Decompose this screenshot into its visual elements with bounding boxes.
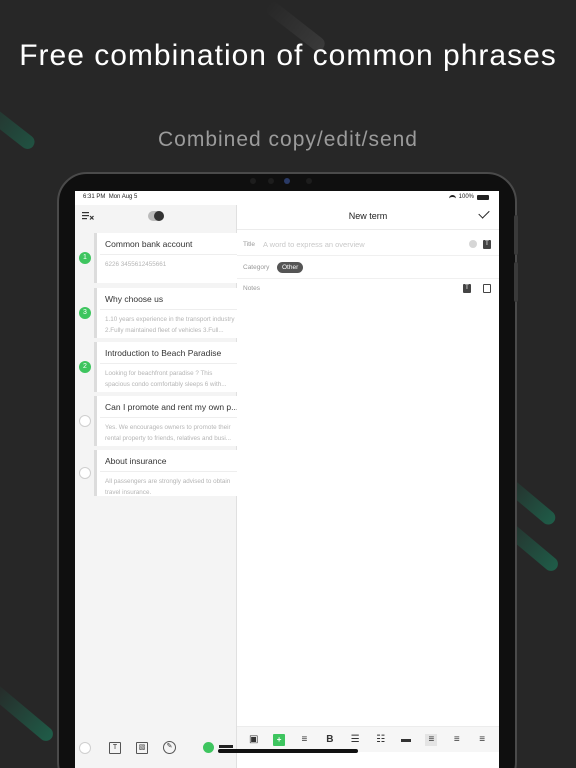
status-right: 100% [448, 194, 489, 200]
notes-format-icon[interactable]: T [463, 284, 471, 293]
selection-circle[interactable] [79, 467, 91, 479]
list-item[interactable]: About insurance All passengers are stron… [75, 450, 240, 500]
phrase-title: Can I promote and rent my own p... [105, 402, 239, 412]
align-middle-icon[interactable]: ≡ [451, 734, 463, 746]
list-item[interactable]: 2 Introduction to Beach Paradise Looking… [75, 342, 240, 392]
title-input[interactable]: A word to express an overview [263, 240, 365, 249]
app-screen: 6:31 PM Mon Aug 5 100% 1 Common bank acc… [75, 191, 499, 768]
phrase-card[interactable]: Why choose us 1.10 years experience in t… [94, 288, 240, 338]
phrase-list-pane: 1 Common bank account 6226 3455612455661… [75, 205, 240, 768]
phrase-card[interactable]: Can I promote and rent my own p... Yes. … [94, 396, 240, 446]
phrase-card[interactable]: Introduction to Beach Paradise Looking f… [94, 342, 240, 392]
align-left-icon[interactable]: ≡ [425, 733, 438, 746]
clear-title-icon[interactable] [469, 240, 477, 248]
home-indicator [218, 749, 358, 753]
camera-dots [250, 178, 330, 186]
phrase-body: Looking for beachfront paradise ? This sp… [105, 370, 227, 388]
battery-percent: 100% [458, 194, 474, 200]
selection-number-badge[interactable]: 1 [79, 252, 91, 264]
list-toolbar: T ▧ ✎ [75, 733, 237, 768]
select-all-circle[interactable] [79, 742, 91, 754]
title-format-icon[interactable]: T [483, 240, 491, 249]
notes-label: Notes [243, 285, 260, 292]
hero-subtitle: Combined copy/edit/send [158, 128, 418, 151]
phrase-body: 1.10 years experience in the transport i… [105, 316, 235, 334]
bold-icon[interactable]: B [324, 734, 336, 746]
line-style-icon[interactable] [219, 745, 233, 748]
list-item[interactable]: 1 Common bank account 6226 3455612455661 [75, 233, 240, 283]
notes-delete-icon[interactable] [483, 284, 491, 293]
divider [100, 471, 240, 472]
phrase-body: All passengers are strongly advised to o… [105, 478, 231, 496]
image-icon[interactable]: ▧ [136, 742, 148, 754]
divider [100, 363, 240, 364]
align-right-icon[interactable]: ≡ [476, 734, 488, 746]
category-label: Category [243, 264, 270, 271]
phrase-title: About insurance [105, 456, 167, 466]
phrase-body: Yes. We encourages owners to promote the… [105, 424, 232, 442]
divider [100, 309, 240, 310]
mode-toggle[interactable] [148, 211, 164, 221]
status-time: 6:31 PM Mon Aug 5 [83, 194, 138, 200]
phrase-card[interactable]: Common bank account 6226 3455612455661 [94, 233, 240, 283]
selection-number-badge[interactable]: 2 [79, 361, 91, 373]
list-item[interactable]: Can I promote and rent my own p... Yes. … [75, 396, 240, 446]
clear-list-icon[interactable] [82, 211, 94, 221]
divider [100, 254, 240, 255]
pen-icon[interactable]: ✎ [163, 741, 176, 754]
numbered-list-icon[interactable]: ☷ [375, 734, 387, 746]
divider [237, 278, 499, 279]
text-icon[interactable]: T [109, 742, 121, 754]
category-chip[interactable]: Other [277, 262, 304, 273]
phrase-title: Introduction to Beach Paradise [105, 348, 222, 358]
editor-pane: New term Title A word to express an over… [237, 205, 499, 768]
align-center-icon[interactable]: ≡ [298, 734, 310, 746]
wifi-icon [448, 194, 456, 200]
volume-button [514, 215, 518, 255]
phrase-title: Common bank account [105, 239, 193, 249]
bullet-list-icon[interactable]: ☰ [349, 734, 361, 746]
phrase-card[interactable]: About insurance All passengers are stron… [94, 450, 240, 496]
selection-number-badge[interactable]: 3 [79, 307, 91, 319]
decor-streak [0, 681, 56, 744]
title-label: Title [243, 241, 256, 248]
insert-image-icon[interactable]: ▣ [248, 734, 260, 746]
volume-button [514, 262, 518, 302]
phrase-body: 6226 3455612455661 [105, 261, 167, 268]
divider [237, 229, 499, 230]
battery-icon [477, 194, 489, 200]
list-header [75, 205, 237, 229]
list-item[interactable]: 3 Why choose us 1.10 years experience in… [75, 288, 240, 338]
insert-block-icon[interactable]: + [273, 733, 286, 746]
status-bar: 6:31 PM Mon Aug 5 100% [75, 191, 499, 205]
color-dot-icon[interactable] [203, 742, 214, 753]
hero-title: Free combination of common phrases [19, 39, 557, 72]
highlight-icon[interactable]: ▬ [400, 734, 412, 746]
editor-title: New term [348, 211, 388, 221]
phrase-title: Why choose us [105, 294, 164, 304]
divider [237, 255, 499, 256]
selection-circle[interactable] [79, 415, 91, 427]
divider [100, 417, 240, 418]
